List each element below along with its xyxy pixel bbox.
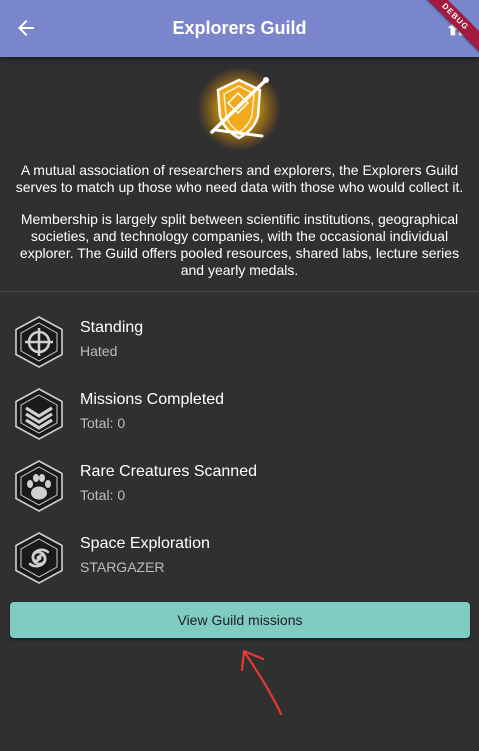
stat-title: Rare Creatures Scanned — [80, 463, 257, 480]
paw-badge-icon — [15, 460, 63, 512]
view-guild-missions-button[interactable]: View Guild missions — [10, 602, 470, 638]
stat-title: Missions Completed — [80, 391, 225, 408]
divider — [0, 291, 479, 292]
stat-rare-creatures-scanned: Rare Creatures Scanned Total: 0 — [0, 447, 479, 519]
stat-value: Total: 0 — [80, 415, 126, 431]
spiral-galaxy-badge-icon — [15, 532, 63, 584]
stat-value: Total: 0 — [80, 487, 126, 503]
stat-value: STARGAZER — [80, 559, 165, 575]
guild-screen: Explorers Guild DEBUG A mutual associati… — [0, 0, 479, 751]
stat-value: Hated — [80, 343, 118, 359]
app-bar: Explorers Guild — [0, 0, 479, 57]
stat-space-exploration: Space Exploration STARGAZER — [0, 519, 479, 591]
explorers-guild-emblem-icon — [197, 67, 281, 151]
stat-standing: Standing Hated — [0, 303, 479, 375]
guild-description-intro: A mutual association of researchers and … — [15, 162, 464, 195]
stat-title: Standing — [80, 319, 144, 336]
standing-badge-icon — [15, 316, 63, 368]
page-title: Explorers Guild — [172, 18, 307, 38]
stat-title: Space Exploration — [80, 535, 210, 552]
missions-chevron-badge-icon — [15, 388, 63, 440]
guild-description-membership: Membership is largely split between scie… — [19, 211, 460, 278]
stat-missions-completed: Missions Completed Total: 0 — [0, 375, 479, 447]
red-arrow-annotation-icon — [240, 649, 283, 716]
